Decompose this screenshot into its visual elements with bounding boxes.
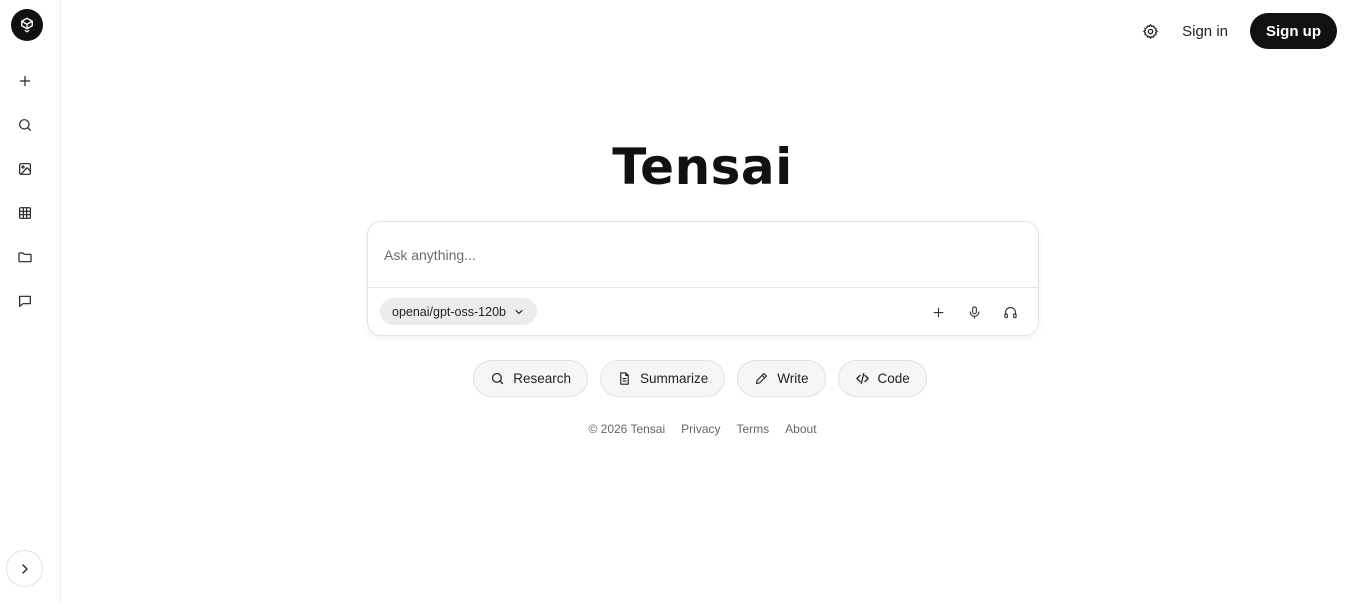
chat-composer: openai/gpt-oss-120b xyxy=(367,221,1039,336)
sign-up-button[interactable]: Sign up xyxy=(1250,13,1337,49)
suggestion-research-button[interactable]: Research xyxy=(473,360,588,397)
voice-input-button[interactable] xyxy=(962,300,986,324)
sidebar-item-tables[interactable] xyxy=(13,201,37,225)
copyright-text: © 2026 Tensai xyxy=(588,422,666,436)
search-icon xyxy=(19,119,31,131)
composer-divider xyxy=(368,287,1038,288)
terms-link[interactable]: Terms xyxy=(737,422,770,436)
about-link[interactable]: About xyxy=(785,422,816,436)
suggestion-summarize-button[interactable]: Summarize xyxy=(599,360,726,397)
grid-icon xyxy=(19,207,31,219)
settings-button[interactable] xyxy=(1132,13,1168,49)
footer: © 2026 Tensai Privacy Terms About xyxy=(0,422,1350,436)
suggestion-code-button[interactable]: Code xyxy=(837,360,927,397)
privacy-link[interactable]: Privacy xyxy=(681,422,720,436)
attach-button[interactable] xyxy=(926,300,950,324)
plus-icon xyxy=(933,307,943,317)
ask-input[interactable] xyxy=(368,222,1038,287)
chevron-down-icon xyxy=(515,309,523,314)
suggestion-write-button[interactable]: Write xyxy=(737,360,826,397)
model-selector-label: openai/gpt-oss-120b xyxy=(392,304,506,319)
suggestion-label: Research xyxy=(513,371,571,386)
folder-icon xyxy=(18,252,32,263)
code-icon xyxy=(855,372,869,385)
chevron-right-icon xyxy=(21,563,28,574)
suggestion-chips: Research Summarize Write Code xyxy=(0,360,1350,397)
model-selector[interactable]: openai/gpt-oss-120b xyxy=(380,298,537,325)
message-square-icon xyxy=(19,295,31,307)
suggestion-label: Write xyxy=(777,371,809,386)
plus-icon xyxy=(19,75,31,87)
suggestion-label: Summarize xyxy=(639,371,709,386)
suggestion-label: Code xyxy=(877,371,910,386)
tensai-logo-icon[interactable] xyxy=(11,9,43,41)
sidebar-expand-button[interactable] xyxy=(6,550,43,587)
pencil-icon xyxy=(756,372,768,385)
page-title: Tensai xyxy=(612,138,793,196)
sidebar xyxy=(0,0,61,603)
document-icon xyxy=(620,372,629,385)
gear-icon xyxy=(1142,23,1158,39)
sidebar-item-search[interactable] xyxy=(13,113,37,137)
top-bar: Sign in Sign up xyxy=(1132,13,1337,49)
sidebar-item-files[interactable] xyxy=(13,245,37,269)
sign-in-link[interactable]: Sign in xyxy=(1182,23,1228,40)
search-icon xyxy=(492,372,504,385)
voice-mode-button[interactable] xyxy=(998,300,1022,324)
microphone-icon xyxy=(969,305,979,319)
sidebar-item-new-chat[interactable] xyxy=(13,69,37,93)
headphones-icon xyxy=(1003,306,1017,318)
sidebar-item-chats[interactable] xyxy=(13,289,37,313)
